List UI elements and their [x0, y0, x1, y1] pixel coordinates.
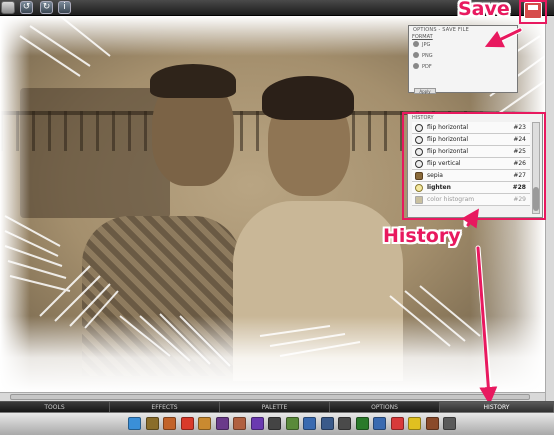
droplet-icon[interactable] — [128, 417, 141, 430]
open-icon[interactable] — [1, 1, 15, 14]
format-option-jpg[interactable]: JPG — [413, 41, 430, 48]
grid-icon[interactable] — [355, 417, 369, 430]
save-panel-title: OPTIONS - SAVE FILE — [413, 27, 469, 33]
apply-button[interactable]: Apply — [414, 88, 436, 94]
format-label: JPG — [422, 42, 431, 48]
film-icon[interactable] — [215, 417, 229, 430]
radio-icon[interactable] — [413, 41, 419, 47]
spider-icon[interactable] — [268, 417, 281, 430]
info-icon[interactable]: i — [58, 1, 71, 14]
bottom-icon-toolbar — [0, 412, 554, 435]
lightbulb-icon[interactable] — [408, 417, 421, 430]
image-icon[interactable] — [338, 417, 351, 430]
horizontal-scroll-thumb[interactable] — [10, 394, 530, 400]
camera-icon[interactable] — [320, 417, 334, 430]
format-option-png[interactable]: PNG — [413, 52, 433, 59]
history-highlight-box — [402, 112, 546, 220]
radio-icon[interactable] — [413, 52, 419, 58]
palette-icon[interactable] — [198, 417, 211, 430]
format-option-pdf[interactable]: PDF — [413, 63, 432, 70]
crayon-icon[interactable] — [145, 417, 159, 430]
format-label: PDF — [422, 64, 432, 70]
save-options-panel: OPTIONS - SAVE FILE FORMAT JPG PNG PDF A… — [408, 25, 518, 94]
bottom-tabs: TOOLS EFFECTS PALETTE OPTIONS HISTORY — [0, 401, 554, 413]
flame-icon[interactable] — [163, 417, 176, 430]
radio-icon[interactable] — [413, 63, 419, 69]
format-label: PNG — [422, 53, 433, 59]
format-section-label: FORMAT — [412, 34, 433, 40]
vertical-scrollbar[interactable] — [545, 16, 554, 401]
gears-icon[interactable] — [425, 417, 439, 430]
undo-icon[interactable]: ↺ — [20, 1, 33, 14]
color-bars-icon[interactable] — [390, 417, 404, 430]
photo-editor-app: ↺ ↻ i OPTIONS - SAVE FILE FORMAT JPG PNG… — [0, 0, 554, 435]
stamp-icon[interactable] — [443, 417, 456, 430]
puzzle-icon[interactable] — [250, 417, 264, 430]
redo-icon[interactable]: ↻ — [40, 1, 53, 14]
save-annotation-label: Save — [458, 0, 510, 20]
brush-icon[interactable] — [233, 417, 246, 430]
pen-icon[interactable] — [303, 417, 316, 430]
record-icon[interactable] — [180, 417, 194, 430]
save-highlight-box — [519, 0, 547, 24]
horizontal-scrollbar[interactable] — [0, 392, 545, 401]
wand-icon[interactable] — [285, 417, 299, 430]
crop-icon[interactable] — [373, 417, 386, 430]
history-annotation-label: History — [383, 225, 461, 247]
